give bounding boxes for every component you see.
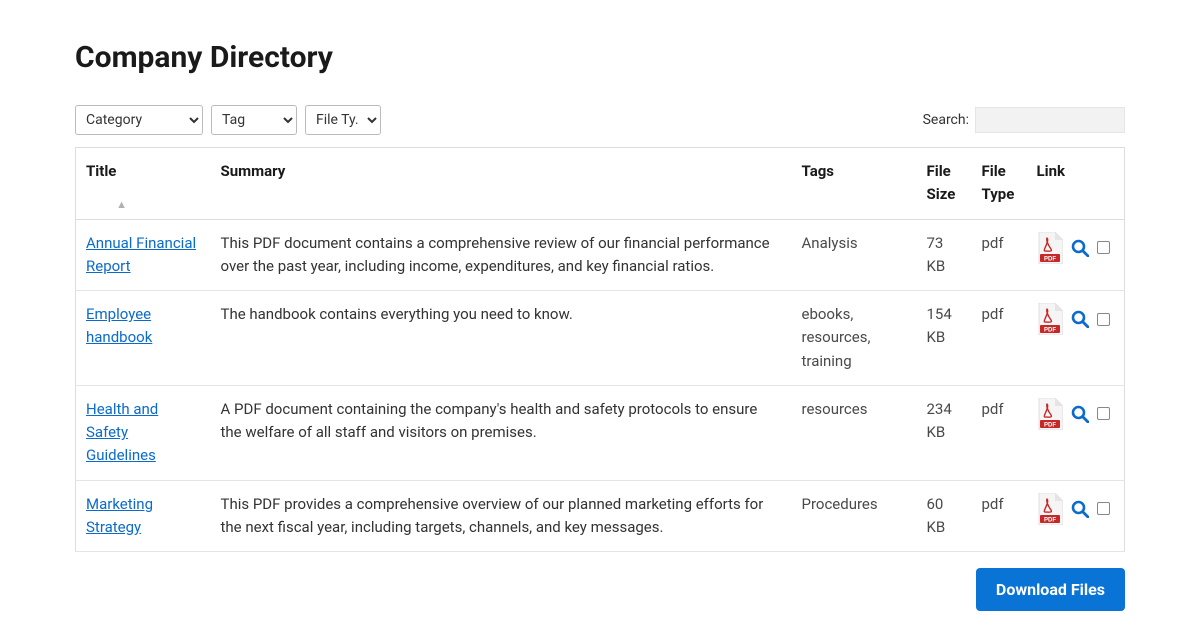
search-input[interactable]	[975, 107, 1125, 133]
col-header-tags[interactable]: Tags	[792, 148, 917, 220]
doc-tags: Analysis	[792, 219, 917, 291]
col-header-summary[interactable]: Summary	[211, 148, 792, 220]
svg-text:PDF: PDF	[1044, 256, 1056, 262]
doc-summary: This PDF document contains a comprehensi…	[221, 234, 770, 275]
preview-icon[interactable]	[1071, 500, 1089, 518]
doc-size: 60 KB	[917, 480, 972, 552]
category-select[interactable]: Category	[75, 105, 203, 135]
page-title: Company Directory	[75, 40, 1125, 75]
doc-ftype: pdf	[972, 480, 1027, 552]
doc-tags: Procedures	[792, 480, 917, 552]
controls-row: Category Tag File Ty… Search:	[75, 105, 1125, 135]
svg-text:PDF: PDF	[1044, 328, 1056, 334]
search-group: Search:	[923, 107, 1125, 133]
preview-icon[interactable]	[1071, 239, 1089, 257]
doc-summary: The handbook contains everything you nee…	[221, 305, 573, 323]
row-checkbox[interactable]	[1097, 502, 1110, 515]
doc-ftype: pdf	[972, 219, 1027, 291]
row-checkbox[interactable]	[1097, 313, 1110, 326]
doc-ftype: pdf	[972, 385, 1027, 480]
search-label: Search:	[923, 112, 969, 128]
pdf-icon[interactable]: PDF	[1037, 398, 1063, 430]
table-row: Employee handbook The handbook contains …	[76, 291, 1125, 386]
doc-title-link[interactable]: Marketing Strategy	[86, 495, 153, 536]
doc-ftype: pdf	[972, 291, 1027, 386]
doc-summary: This PDF provides a comprehensive overvi…	[221, 495, 764, 536]
col-header-ftype[interactable]: File Type	[972, 148, 1027, 220]
svg-text:PDF: PDF	[1044, 422, 1056, 428]
doc-tags: ebooks, resources, training	[792, 291, 917, 386]
documents-table: Title ▲ Summary Tags File Size File Type…	[75, 147, 1125, 552]
table-row: Marketing Strategy This PDF provides a c…	[76, 480, 1125, 552]
pdf-icon[interactable]: PDF	[1037, 232, 1063, 264]
doc-size: 234 KB	[917, 385, 972, 480]
filters-group: Category Tag File Ty…	[75, 105, 381, 135]
preview-icon[interactable]	[1071, 405, 1089, 423]
table-header-row: Title ▲ Summary Tags File Size File Type…	[76, 148, 1125, 220]
doc-title-link[interactable]: Annual Financial Report	[86, 234, 196, 275]
pdf-icon[interactable]: PDF	[1037, 303, 1063, 335]
col-header-title[interactable]: Title ▲	[76, 148, 211, 220]
doc-summary: A PDF document containing the company's …	[221, 400, 758, 441]
doc-size: 73 KB	[917, 219, 972, 291]
doc-title-link[interactable]: Health and Safety Guidelines	[86, 400, 158, 465]
filetype-select[interactable]: File Ty…	[305, 105, 381, 135]
col-header-link[interactable]: Link	[1027, 148, 1125, 220]
table-row: Annual Financial Report This PDF documen…	[76, 219, 1125, 291]
sort-asc-icon: ▲	[116, 198, 127, 211]
row-checkbox[interactable]	[1097, 241, 1110, 254]
download-files-button[interactable]: Download Files	[976, 568, 1125, 611]
actions-row: Download Files	[75, 568, 1125, 611]
doc-tags: resources	[792, 385, 917, 480]
preview-icon[interactable]	[1071, 310, 1089, 328]
col-header-size[interactable]: File Size	[917, 148, 972, 220]
doc-title-link[interactable]: Employee handbook	[86, 305, 152, 346]
tag-select[interactable]: Tag	[211, 105, 297, 135]
doc-size: 154 KB	[917, 291, 972, 386]
table-row: Health and Safety Guidelines A PDF docum…	[76, 385, 1125, 480]
row-checkbox[interactable]	[1097, 407, 1110, 420]
pdf-icon[interactable]: PDF	[1037, 493, 1063, 525]
